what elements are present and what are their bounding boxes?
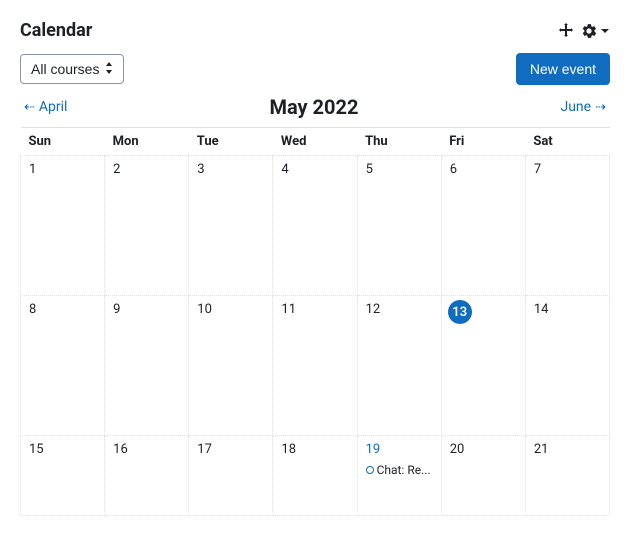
- prev-month-link[interactable]: ⇠ April: [24, 99, 67, 115]
- day-cell[interactable]: 14: [525, 296, 609, 436]
- day-cell[interactable]: 15: [21, 436, 105, 516]
- day-cell[interactable]: 20: [441, 436, 525, 516]
- day-cell[interactable]: 5: [357, 156, 441, 296]
- course-filter-select[interactable]: All courses: [20, 54, 124, 84]
- day-cell[interactable]: 11: [273, 296, 357, 436]
- day-cell[interactable]: 1: [21, 156, 105, 296]
- day-number: 19: [366, 442, 381, 457]
- move-icon[interactable]: [558, 23, 574, 39]
- day-cell-with-event[interactable]: 19 Chat: Re...: [357, 436, 441, 516]
- day-number: 3: [197, 162, 204, 177]
- weekday-header: Sat: [525, 128, 609, 156]
- day-number: 17: [197, 442, 212, 457]
- arrow-left-icon: ⇠: [24, 100, 35, 115]
- new-event-button[interactable]: New event: [516, 53, 610, 85]
- day-cell[interactable]: 16: [105, 436, 189, 516]
- day-number: 21: [534, 442, 549, 457]
- weekday-header: Mon: [105, 128, 189, 156]
- event-label: Chat: Re...: [377, 463, 431, 477]
- weekday-header: Sun: [21, 128, 105, 156]
- calendar-grid: Sun Mon Tue Wed Thu Fri Sat 1 2 3 4 5 6 …: [20, 127, 610, 516]
- calendar-event[interactable]: Chat: Re...: [366, 463, 433, 477]
- day-number: 9: [113, 302, 120, 317]
- day-number: 7: [534, 162, 541, 177]
- day-number-today: 13: [448, 300, 472, 324]
- day-cell[interactable]: 4: [273, 156, 357, 296]
- page-title: Calendar: [20, 20, 92, 41]
- day-cell[interactable]: 8: [21, 296, 105, 436]
- weekday-header: Wed: [273, 128, 357, 156]
- weekday-header: Thu: [357, 128, 441, 156]
- sort-icon: [105, 62, 113, 77]
- gear-icon[interactable]: [582, 24, 596, 38]
- event-dot-icon: [366, 466, 374, 474]
- day-cell-today[interactable]: 13: [441, 296, 525, 436]
- day-cell[interactable]: 12: [357, 296, 441, 436]
- day-number: 6: [450, 162, 457, 177]
- day-number: 15: [29, 442, 44, 457]
- day-number: 18: [281, 442, 296, 457]
- day-number: 5: [366, 162, 373, 177]
- prev-month-label: April: [39, 99, 68, 115]
- day-number: 16: [113, 442, 128, 457]
- day-cell[interactable]: 9: [105, 296, 189, 436]
- day-cell[interactable]: 2: [105, 156, 189, 296]
- current-month-title: May 2022: [269, 95, 358, 119]
- day-number: 8: [29, 302, 36, 317]
- day-cell[interactable]: 18: [273, 436, 357, 516]
- day-number: 1: [29, 162, 36, 177]
- course-filter-label: All courses: [31, 61, 99, 77]
- day-cell[interactable]: 7: [525, 156, 609, 296]
- day-number: 12: [366, 302, 381, 317]
- weekday-header: Tue: [189, 128, 273, 156]
- day-number: 14: [534, 302, 549, 317]
- day-cell[interactable]: 6: [441, 156, 525, 296]
- day-cell[interactable]: 17: [189, 436, 273, 516]
- arrow-right-icon: ⇢: [595, 100, 606, 115]
- day-number: 20: [450, 442, 465, 457]
- day-number: 11: [281, 302, 296, 317]
- weekday-header: Fri: [441, 128, 525, 156]
- chevron-down-icon[interactable]: [600, 26, 610, 36]
- day-cell[interactable]: 3: [189, 156, 273, 296]
- day-number: 10: [197, 302, 212, 317]
- day-number: 2: [113, 162, 120, 177]
- next-month-label: June: [560, 99, 591, 115]
- next-month-link[interactable]: June ⇢: [560, 99, 606, 115]
- day-cell[interactable]: 21: [525, 436, 609, 516]
- day-cell[interactable]: 10: [189, 296, 273, 436]
- day-number: 4: [281, 162, 288, 177]
